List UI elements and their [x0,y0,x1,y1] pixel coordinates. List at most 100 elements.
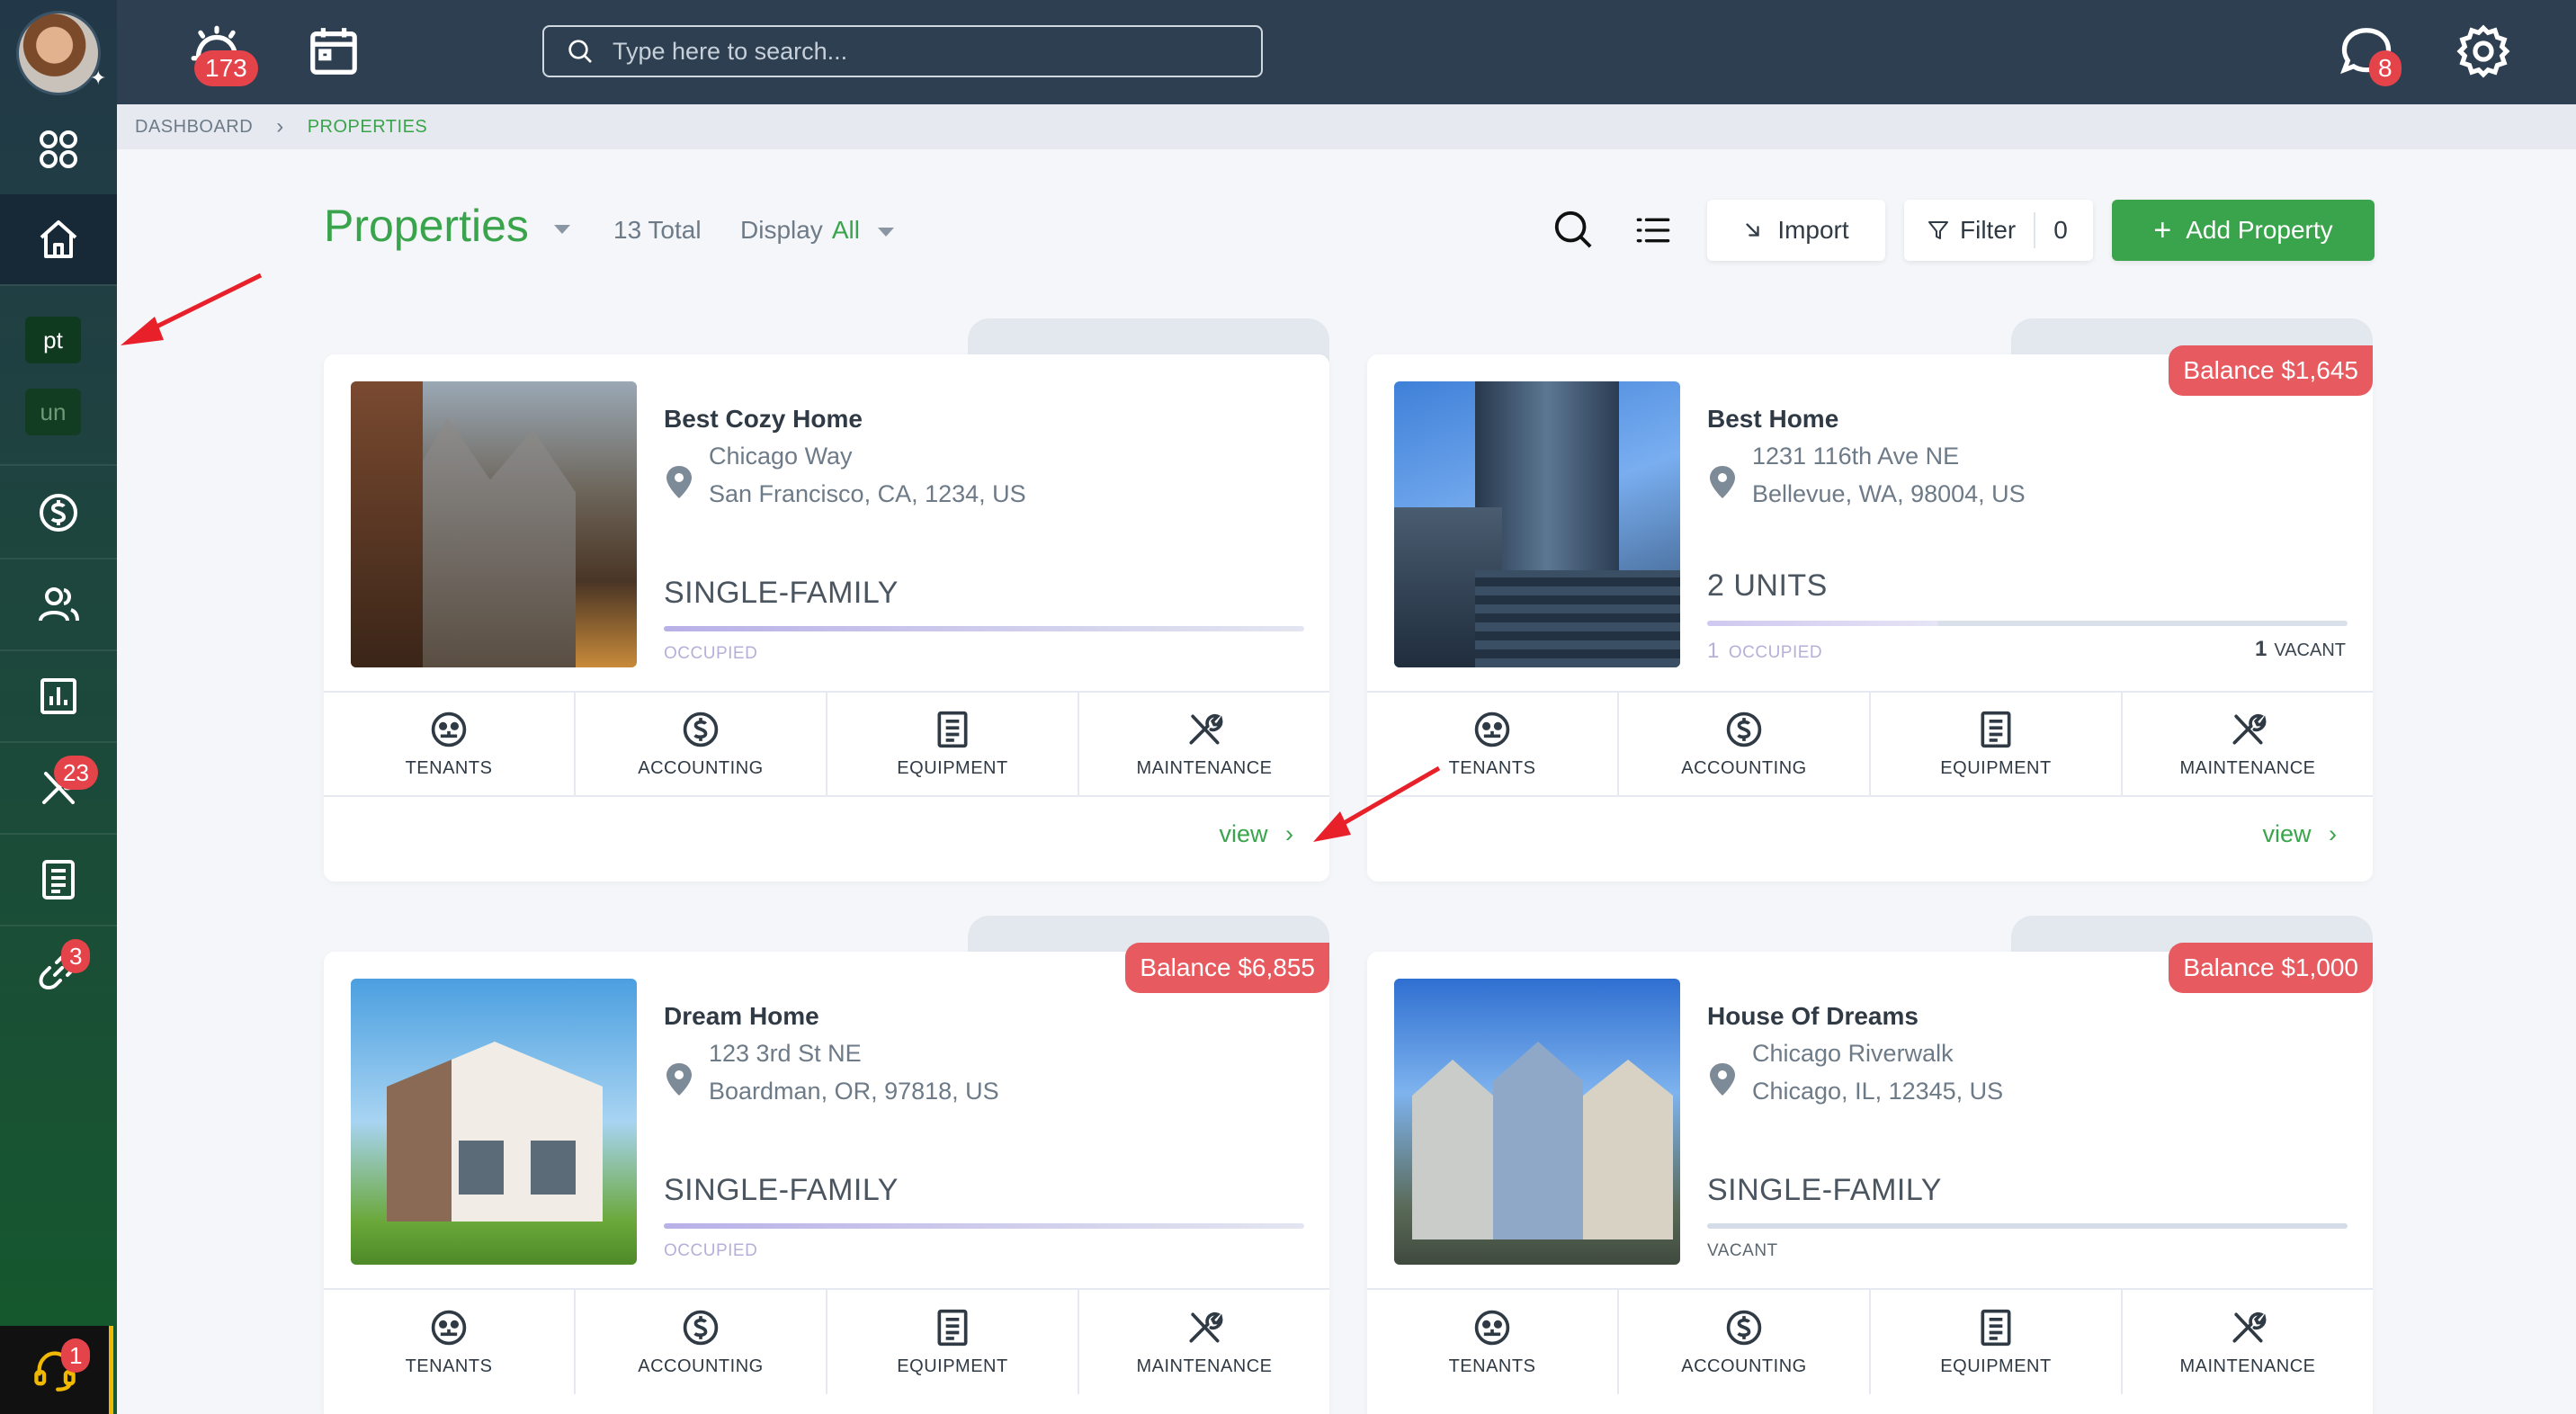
accounting-action[interactable]: ACCOUNTING [576,1290,827,1394]
breadcrumb-dashboard[interactable]: DASHBOARD [135,117,253,138]
maintenance-action[interactable]: MAINTENANCE [2123,1290,2373,1394]
card-actions: TENANTS ACCOUNTING EQUIPMENT MAINTENANCE [1367,691,2373,797]
accounting-label: ACCOUNTING [638,1356,764,1376]
occupancy-bar [664,626,1304,631]
maintenance-label: MAINTENANCE [2179,1356,2316,1376]
tenants-label: TENANTS [1448,1356,1536,1376]
occupied-count: 1 [1707,639,1720,663]
property-photo[interactable] [1394,979,1680,1265]
sidebar-item-links[interactable] [0,926,117,1016]
add-property-label: Add Property [2186,216,2333,244]
calendar-icon[interactable] [306,23,362,79]
dollar-circle-icon [683,1310,719,1345]
support-button[interactable]: 1 [0,1326,113,1414]
people-icon [39,587,79,622]
search-box[interactable] [542,25,1263,77]
tenants-face-icon [1474,711,1510,747]
import-button[interactable]: Import [1707,200,1885,261]
filter-label: Filter [1960,216,2017,244]
links-count-badge: 3 [61,939,91,973]
equipment-label: EQUIPMENT [1940,1356,2052,1376]
location-pin-icon [1710,1063,1735,1096]
sidebar-item-apps[interactable] [0,104,117,194]
property-name[interactable]: House Of Dreams [1707,1002,1919,1031]
tools-icon [1189,1311,1223,1342]
address-line1: 123 3rd St NE [709,1040,862,1067]
accounting-action[interactable]: ACCOUNTING [1619,1290,1871,1394]
accounting-action[interactable]: ACCOUNTING [1619,693,1871,795]
property-photo[interactable] [351,979,637,1265]
equipment-label: EQUIPMENT [897,757,1008,778]
location-pin-icon [1710,466,1735,498]
accounting-label: ACCOUNTING [638,757,764,778]
display-value: All [831,216,860,244]
filter-button[interactable]: Filter 0 [1904,200,2093,261]
equipment-doc-icon [1981,711,2011,747]
equipment-action[interactable]: EQUIPMENT [1871,693,2123,795]
page-title[interactable]: Properties [324,200,570,252]
occupied-label: OCCUPIED [1728,643,1823,662]
occupancy-status: OCCUPIED [664,644,758,663]
caret-down-icon [877,227,894,237]
property-photo[interactable] [1394,381,1680,667]
accounting-label: ACCOUNTING [1681,757,1807,778]
equipment-action[interactable]: EQUIPMENT [827,693,1079,795]
search-icon[interactable] [1552,209,1594,250]
property-photo[interactable] [351,381,637,667]
add-property-button[interactable]: + Add Property [2112,200,2375,261]
view-link[interactable]: view › [1219,820,1293,848]
alerts-count-badge: 173 [194,50,258,86]
equipment-doc-icon [937,1309,968,1346]
apps-grid-icon [40,130,77,168]
sidebar-item-tenants[interactable] [0,559,117,649]
maintenance-label: MAINTENANCE [2179,757,2316,778]
equipment-action[interactable]: EQUIPMENT [827,1290,1079,1394]
maintenance-label: MAINTENANCE [1136,757,1273,778]
settings-gear-icon[interactable] [2455,23,2511,79]
location-pin-icon [666,1063,692,1096]
property-name[interactable]: Best Cozy Home [664,405,863,434]
address-line2: Bellevue, WA, 98004, US [1752,480,2026,507]
maintenance-action[interactable]: MAINTENANCE [1079,1290,1329,1394]
equipment-action[interactable]: EQUIPMENT [1871,1290,2123,1394]
messages-count-badge: 8 [2369,50,2402,86]
tenants-action[interactable]: TENANTS [1367,693,1619,795]
equipment-doc-icon [1981,1309,2011,1346]
occupancy-bar [1707,1223,2348,1229]
address-line2: San Francisco, CA, 1234, US [709,480,1026,507]
support-count-badge: 1 [61,1338,91,1373]
sidebar-item-documents[interactable] [0,835,117,925]
list-view-icon[interactable] [1635,212,1671,248]
tenants-action[interactable]: TENANTS [324,1290,576,1394]
maintenance-action[interactable]: MAINTENANCE [2123,693,2373,795]
annotation-arrow-icon [121,273,263,345]
tools-icon [2232,713,2267,744]
sidebar-item-reports[interactable] [0,651,117,741]
search-input[interactable] [613,37,1224,66]
maintenance-action[interactable]: MAINTENANCE [1079,693,1329,795]
breadcrumb: DASHBOARD › PROPERTIES [117,104,2576,149]
property-name[interactable]: Dream Home [664,1002,819,1031]
tenants-face-icon [431,711,467,747]
accounting-action[interactable]: ACCOUNTING [576,693,827,795]
equipment-label: EQUIPMENT [897,1356,1008,1376]
balance-badge: Balance $1,000 [2169,943,2373,993]
property-name[interactable]: Best Home [1707,405,1838,434]
vacant-label: VACANT [2274,640,2346,660]
tenants-action[interactable]: TENANTS [1367,1290,1619,1394]
view-link[interactable]: view › [2262,820,2337,848]
property-type: 2 UNITS [1707,568,1828,603]
address-line1: Chicago Way [709,443,853,470]
sidebar-item-maintenance[interactable] [0,743,117,833]
occupancy-status: OCCUPIED [664,1241,758,1260]
tenants-label: TENANTS [405,757,493,778]
tenants-action[interactable]: TENANTS [324,693,576,795]
sidebar-chip-pt[interactable]: pt [25,317,81,363]
display-filter[interactable]: Display All [740,216,894,245]
property-type: SINGLE-FAMILY [664,576,899,610]
user-avatar[interactable] [16,11,101,95]
sidebar-item-home[interactable] [0,194,117,284]
sidebar-chip-un[interactable]: un [25,389,81,435]
sidebar-item-accounting[interactable] [0,468,117,558]
maintenance-label: MAINTENANCE [1136,1356,1273,1376]
